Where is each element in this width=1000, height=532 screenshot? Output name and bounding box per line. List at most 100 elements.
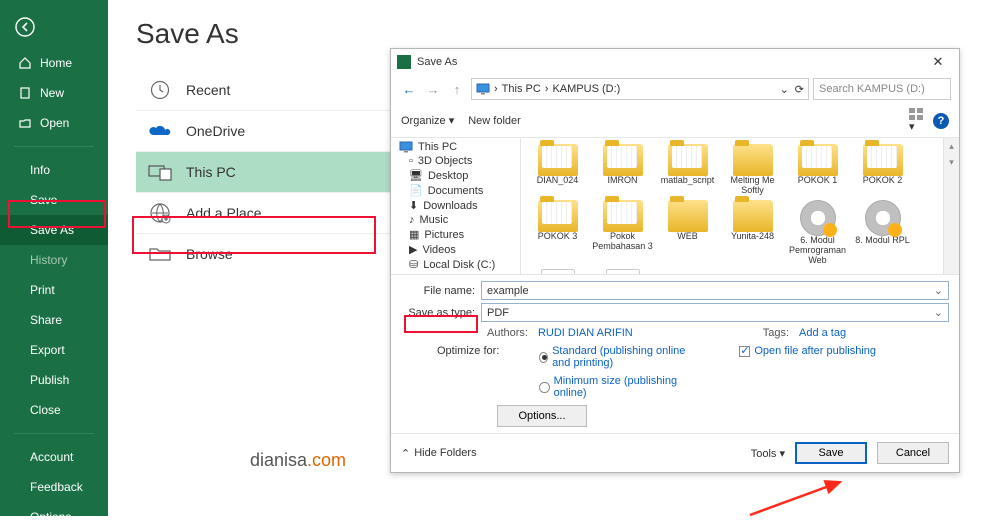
dialog-titlebar: Save As ✕ bbox=[391, 49, 959, 74]
cloud-icon bbox=[148, 121, 172, 141]
open-after-checkbox[interactable]: Open file after publishing bbox=[739, 345, 876, 357]
file-pane[interactable]: DIAN_024 IMRON matlab_script Melting Me Sof… bbox=[521, 138, 959, 274]
close-icon[interactable]: ✕ bbox=[923, 54, 953, 70]
dialog-title: Save As bbox=[417, 56, 923, 68]
navigation-pane: This PC ▫3D Objects 🖥Desktop 📄Documents … bbox=[391, 138, 521, 274]
target-this-pc[interactable]: This PC bbox=[136, 152, 396, 193]
save-button[interactable]: Save bbox=[795, 442, 867, 464]
file-label: Pokok Pembahasan 3 bbox=[590, 232, 655, 252]
sidebar-home[interactable]: Home bbox=[0, 48, 108, 78]
sidebar-export[interactable]: Export bbox=[0, 335, 108, 365]
target-onedrive[interactable]: OneDrive bbox=[136, 111, 396, 152]
file-item[interactable]: 8. Modul RPL bbox=[850, 200, 915, 266]
chevron-down-icon[interactable]: ⌄ bbox=[934, 284, 943, 297]
organize-menu[interactable]: Organize ▾ bbox=[401, 114, 454, 127]
sidebar-feedback[interactable]: Feedback bbox=[0, 472, 108, 502]
back-button[interactable] bbox=[14, 16, 108, 38]
sidebar-account[interactable]: Account bbox=[0, 442, 108, 472]
navpane-videos[interactable]: ▶Videos bbox=[391, 242, 520, 257]
target-recent[interactable]: Recent bbox=[136, 70, 396, 111]
document-icon bbox=[606, 269, 640, 274]
file-item[interactable]: matlab_script bbox=[655, 144, 720, 196]
chevron-down-icon[interactable]: ⌄ bbox=[780, 83, 789, 96]
search-input[interactable]: Search KAMPUS (D:) bbox=[813, 78, 951, 100]
navpane-music[interactable]: ♪Music bbox=[391, 213, 520, 227]
nav-forward-icon[interactable]: → bbox=[423, 79, 443, 99]
sidebar-save-as[interactable]: Save As bbox=[0, 215, 108, 245]
options-button[interactable]: Options... bbox=[497, 405, 587, 427]
dialog-footer: ⌃Hide Folders Tools ▾ Save Cancel bbox=[391, 433, 959, 472]
navpane-3d[interactable]: ▫3D Objects bbox=[391, 154, 520, 168]
file-name-label: File name: bbox=[401, 285, 481, 297]
folder-icon bbox=[733, 144, 773, 176]
navpane-pictures[interactable]: ▦Pictures bbox=[391, 227, 520, 242]
chevron-down-icon[interactable]: ⌄ bbox=[934, 306, 943, 319]
browse-icon bbox=[148, 244, 172, 264]
sidebar-save[interactable]: Save bbox=[0, 185, 108, 215]
opt-standard-radio[interactable]: Standard (publishing online and printing… bbox=[539, 345, 699, 369]
file-item[interactable]: POKOK 1 bbox=[785, 144, 850, 196]
tags-value[interactable]: Add a tag bbox=[799, 327, 846, 339]
sidebar-share[interactable]: Share bbox=[0, 305, 108, 335]
file-item[interactable]: IMRON bbox=[590, 144, 655, 196]
tools-menu[interactable]: Tools ▾ bbox=[751, 447, 785, 460]
help-icon[interactable]: ? bbox=[933, 113, 949, 129]
folder-icon bbox=[603, 200, 643, 232]
file-label: WEB bbox=[677, 232, 698, 242]
folder-icon bbox=[863, 144, 903, 176]
file-label: matlab_script bbox=[661, 176, 715, 186]
breadcrumb[interactable]: ›This PC›KAMPUS (D:) ⌄⟳ bbox=[471, 78, 809, 100]
sidebar-new[interactable]: New bbox=[0, 78, 108, 108]
file-item[interactable]: POKOK 2 bbox=[850, 144, 915, 196]
optimize-label: Optimize for: bbox=[437, 345, 499, 357]
file-item[interactable]: Cara Merubah File PDF ke Excel bbox=[590, 269, 655, 274]
file-name-field[interactable]: example⌄ bbox=[481, 281, 949, 300]
navpane-downloads[interactable]: ⬇Downloads bbox=[391, 198, 520, 213]
hide-folders-button[interactable]: ⌃Hide Folders bbox=[401, 447, 477, 460]
sidebar-history[interactable]: History bbox=[0, 245, 108, 275]
sidebar-options[interactable]: Options bbox=[0, 502, 108, 532]
cancel-button[interactable]: Cancel bbox=[877, 442, 949, 464]
file-item[interactable]: 1610802001 22_VIANTI WIDYASARI bbox=[525, 269, 590, 274]
backstage-sidebar: Home New Open Info Save Save As History … bbox=[0, 0, 108, 516]
authors-value[interactable]: RUDI DIAN ARIFIN bbox=[538, 327, 633, 339]
file-item[interactable]: 6. Modul Pemrograman Web bbox=[785, 200, 850, 266]
sidebar-print[interactable]: Print bbox=[0, 275, 108, 305]
file-label: Yunita-248 bbox=[731, 232, 774, 242]
radio-icon bbox=[539, 352, 548, 363]
save-form: File name: example⌄ Save as type: PDF⌄ A… bbox=[391, 274, 959, 341]
target-browse[interactable]: Browse bbox=[136, 234, 396, 274]
refresh-icon[interactable]: ⟳ bbox=[795, 83, 804, 96]
scrollbar[interactable]: ▴▾ bbox=[943, 138, 959, 274]
sidebar-close[interactable]: Close bbox=[0, 395, 108, 425]
file-item[interactable]: POKOK 3 bbox=[525, 200, 590, 266]
save-type-label: Save as type: bbox=[401, 307, 481, 319]
authors-label: Authors: bbox=[487, 327, 528, 339]
opt-minimum-radio[interactable]: Minimum size (publishing online) bbox=[539, 375, 699, 399]
file-item[interactable]: Melting Me Softly bbox=[720, 144, 785, 196]
radio-icon bbox=[539, 382, 549, 393]
sidebar-open[interactable]: Open bbox=[0, 108, 108, 138]
pc-icon bbox=[148, 162, 172, 182]
folder-icon bbox=[538, 144, 578, 176]
sidebar-info[interactable]: Info bbox=[0, 155, 108, 185]
navpane-local-c[interactable]: ⛁Local Disk (C:) bbox=[391, 257, 520, 272]
save-type-field[interactable]: PDF⌄ bbox=[481, 303, 949, 322]
view-menu[interactable]: ▾ bbox=[909, 108, 925, 133]
file-label: DIAN_024 bbox=[537, 176, 579, 186]
file-item[interactable]: Pokok Pembahasan 3 bbox=[590, 200, 655, 266]
navpane-this-pc[interactable]: This PC bbox=[391, 140, 520, 154]
navpane-documents[interactable]: 📄Documents bbox=[391, 183, 520, 198]
scroll-up-icon[interactable]: ▴ bbox=[944, 138, 959, 154]
sidebar-publish[interactable]: Publish bbox=[0, 365, 108, 395]
file-item[interactable]: DIAN_024 bbox=[525, 144, 590, 196]
navpane-desktop[interactable]: 🖥Desktop bbox=[391, 168, 520, 183]
new-folder-button[interactable]: New folder bbox=[468, 115, 521, 127]
scroll-down-icon[interactable]: ▾ bbox=[944, 154, 959, 170]
file-item[interactable]: WEB bbox=[655, 200, 720, 266]
file-item[interactable]: Yunita-248 bbox=[720, 200, 785, 266]
target-add-place[interactable]: Add a Place bbox=[136, 193, 396, 234]
nav-up-icon[interactable]: ↑ bbox=[447, 79, 467, 99]
save-target-list: Recent OneDrive This PC Add a Place Brow… bbox=[136, 70, 396, 274]
nav-back-icon[interactable]: ← bbox=[399, 79, 419, 99]
